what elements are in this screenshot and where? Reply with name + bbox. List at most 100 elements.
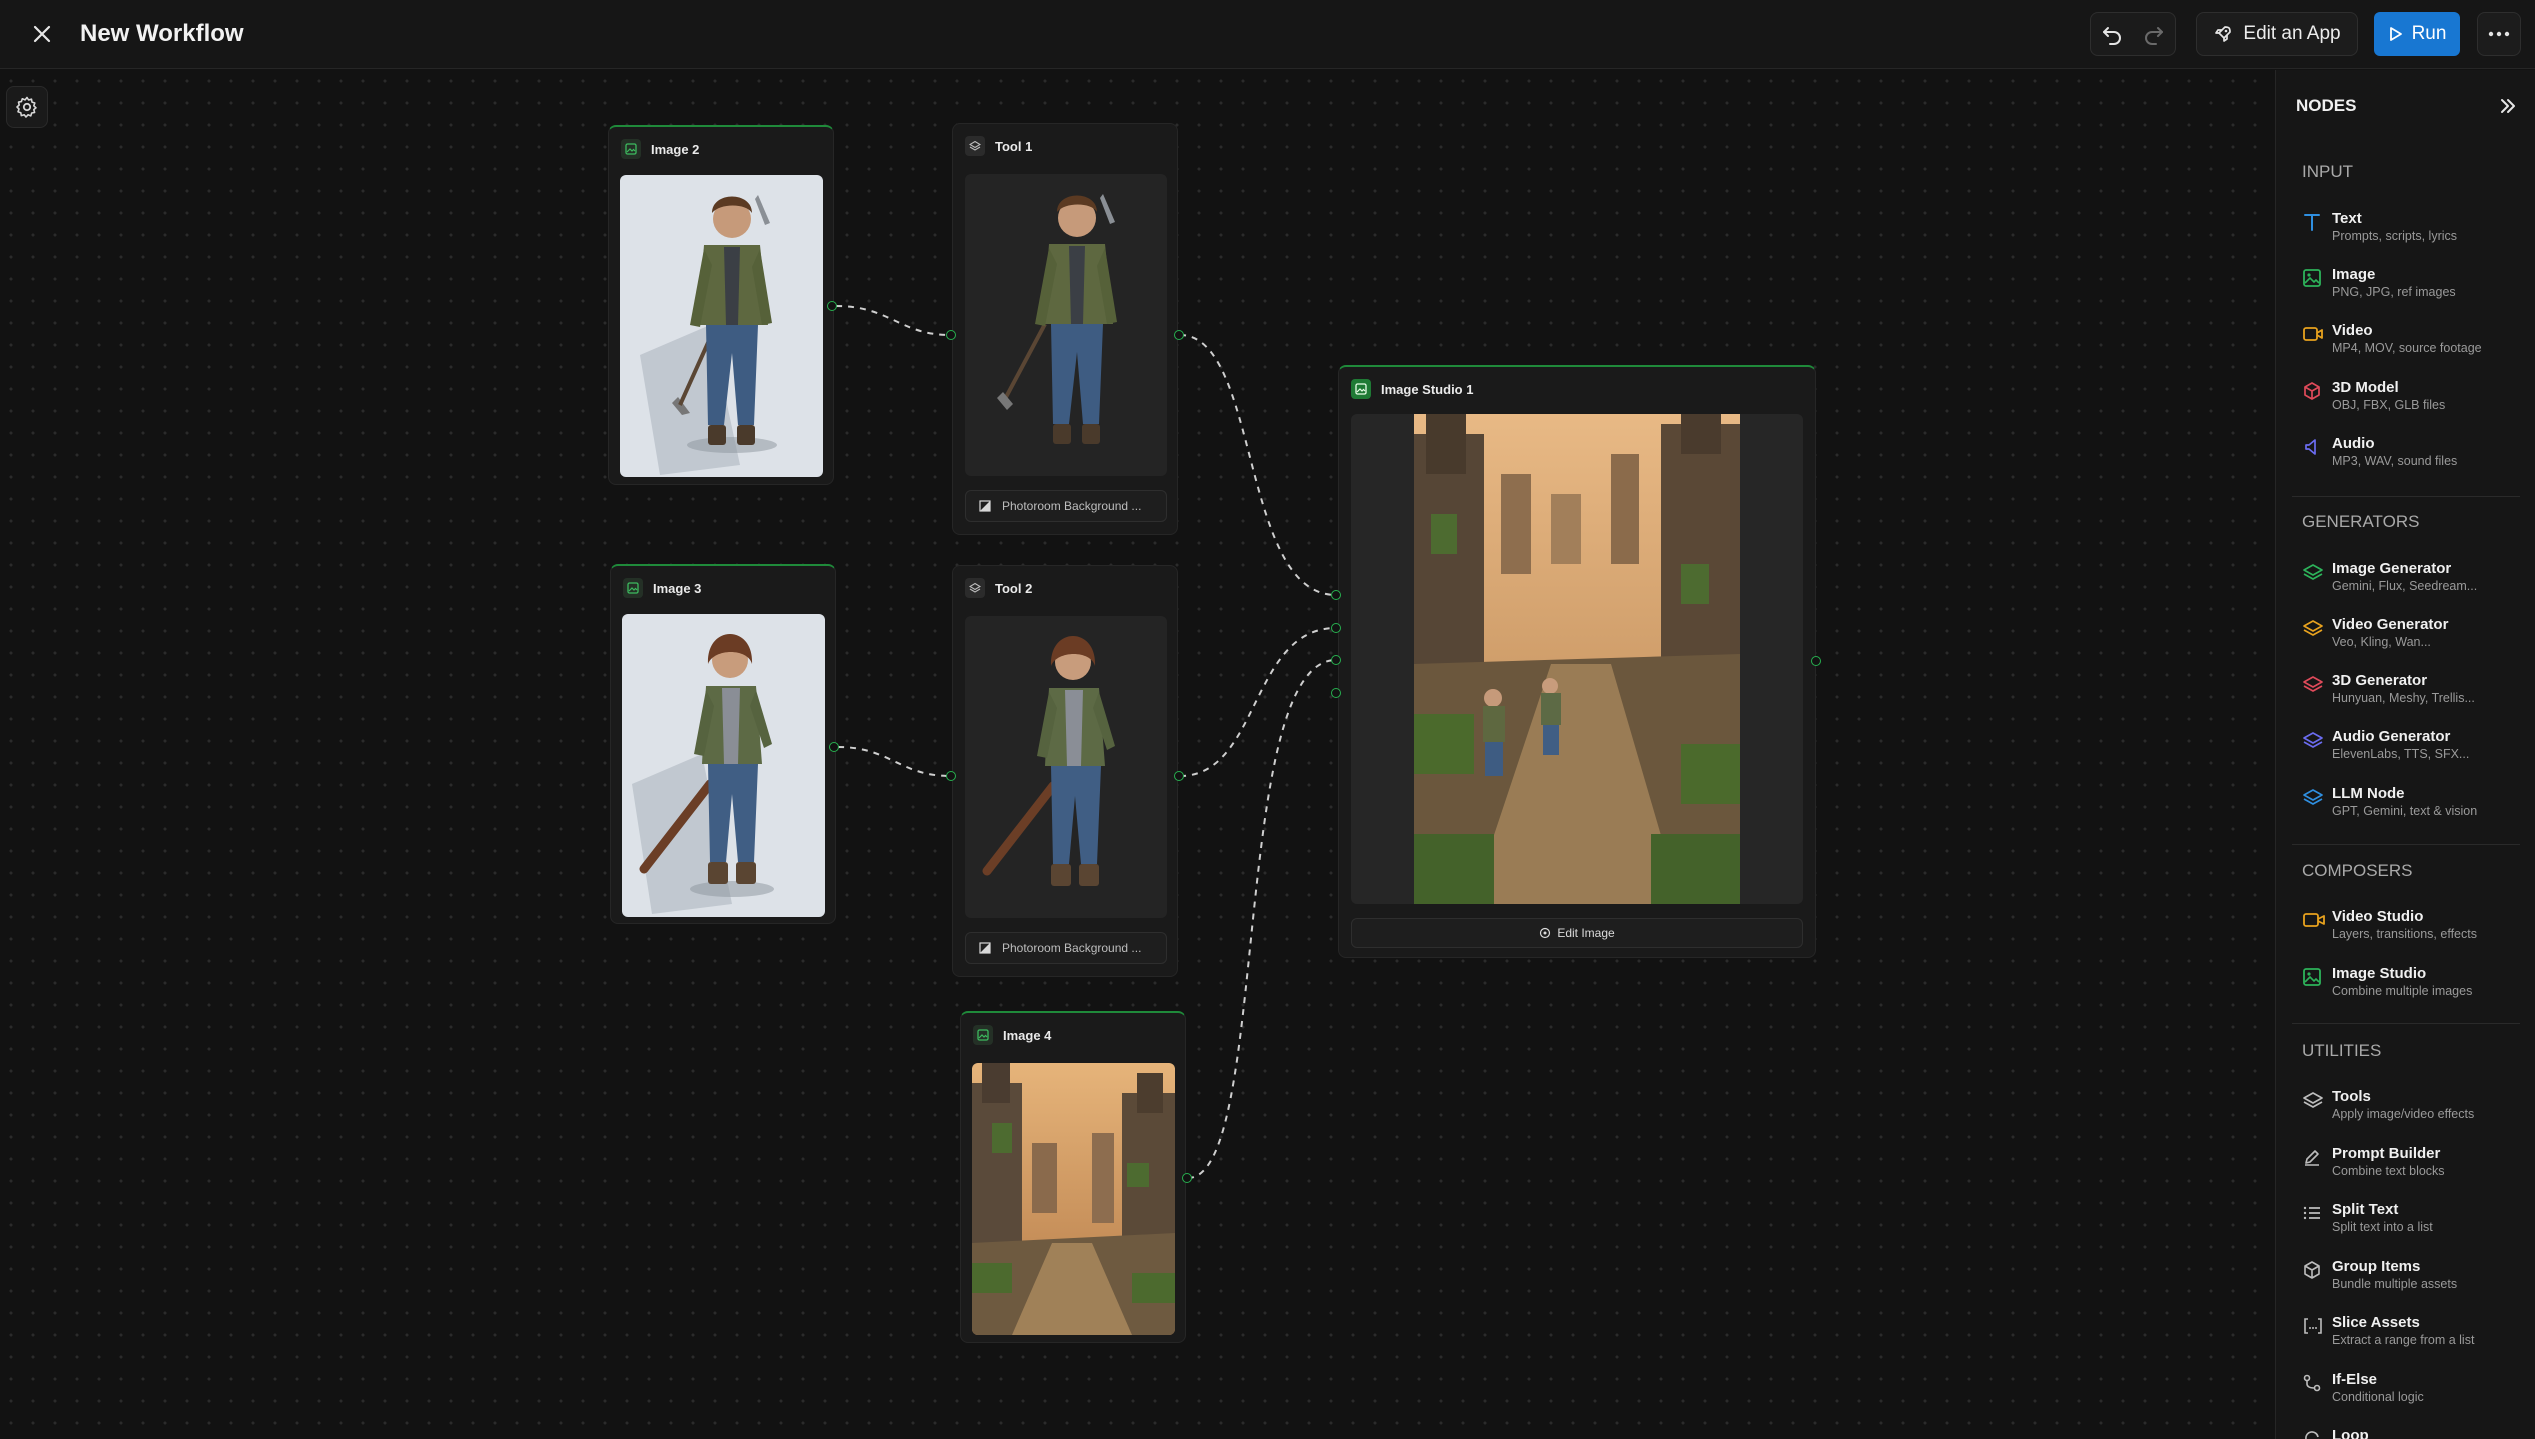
item-desc: Prompts, scripts, lyrics bbox=[2332, 229, 2458, 243]
image-node-icon bbox=[623, 578, 643, 598]
node-header: Tool 2 bbox=[965, 578, 1032, 598]
item-name: Video Generator bbox=[2332, 616, 2449, 633]
item-desc: ElevenLabs, TTS, SFX... bbox=[2332, 747, 2470, 761]
canvas-settings-button[interactable] bbox=[6, 86, 48, 128]
sidebar-item-prompt-builder[interactable]: Prompt Builder Combine text blocks bbox=[2292, 1143, 2524, 1193]
node-header: Image 3 bbox=[623, 578, 701, 598]
item-desc: Split text into a list bbox=[2332, 1220, 2433, 1234]
chevrons-right-icon bbox=[2501, 99, 2515, 113]
sidebar-item-tools[interactable]: Tools Apply image/video effects bbox=[2292, 1086, 2524, 1136]
section-composers: COMPOSERS bbox=[2302, 861, 2413, 880]
gear-icon bbox=[16, 96, 37, 118]
item-desc: Apply image/video effects bbox=[2332, 1107, 2475, 1121]
run-button[interactable]: Run bbox=[2374, 12, 2460, 56]
workflow-title[interactable]: New Workflow bbox=[80, 20, 244, 48]
edit-image-icon bbox=[1540, 927, 1551, 939]
node-header: Image 4 bbox=[973, 1025, 1051, 1045]
sidebar-item-audio-generator[interactable]: Audio Generator ElevenLabs, TTS, SFX... bbox=[2292, 726, 2524, 776]
undo-button[interactable] bbox=[2091, 13, 2133, 55]
character-image bbox=[622, 614, 825, 917]
sidebar-item-image-generator[interactable]: Image Generator Gemini, Flux, Seedream... bbox=[2292, 558, 2524, 608]
node-tool-2[interactable]: Tool 2 Photoroom Background ... bbox=[952, 565, 1178, 977]
node-image-studio-1[interactable]: Image Studio 1 Edit Image bbox=[1338, 365, 1816, 958]
divider bbox=[2292, 1023, 2520, 1024]
text-icon bbox=[2304, 214, 2320, 231]
sidebar-item-image-studio[interactable]: Image Studio Combine multiple images bbox=[2292, 963, 2524, 1013]
edit-app-label: Edit an App bbox=[2243, 23, 2341, 44]
tool-selector[interactable]: Photoroom Background ... bbox=[965, 932, 1167, 964]
item-desc: Bundle multiple assets bbox=[2332, 1277, 2458, 1291]
node-tool-1[interactable]: Tool 1 Photoroom Background ... bbox=[952, 123, 1178, 535]
layers-icon bbox=[2303, 789, 2323, 805]
video-icon bbox=[2303, 327, 2323, 341]
redo-button[interactable] bbox=[2133, 13, 2175, 55]
sidebar-item-3d-generator[interactable]: 3D Generator Hunyuan, Meshy, Trellis... bbox=[2292, 670, 2524, 720]
output-port[interactable] bbox=[1174, 330, 1184, 340]
list-icon bbox=[2303, 1206, 2320, 1220]
item-name: Loop bbox=[2332, 1427, 2369, 1439]
section-utilities: UTILITIES bbox=[2302, 1041, 2382, 1060]
output-port[interactable] bbox=[1174, 771, 1184, 781]
item-desc: Hunyuan, Meshy, Trellis... bbox=[2332, 691, 2475, 705]
input-port[interactable] bbox=[1331, 688, 1341, 698]
sidebar-item-slice-assets[interactable]: Slice Assets Extract a range from a list bbox=[2292, 1312, 2524, 1362]
image-icon bbox=[2303, 968, 2321, 986]
sidebar-item-if-else[interactable]: If-Else Conditional logic bbox=[2292, 1369, 2524, 1419]
collapse-panel-button[interactable] bbox=[2494, 92, 2522, 120]
layers-icon bbox=[2303, 732, 2323, 748]
output-port[interactable] bbox=[827, 301, 837, 311]
item-desc: Veo, Kling, Wan... bbox=[2332, 635, 2431, 649]
edit-image-button[interactable]: Edit Image bbox=[1351, 918, 1803, 948]
item-name: 3D Generator bbox=[2332, 672, 2428, 689]
output-port[interactable] bbox=[829, 742, 839, 752]
sidebar-item-llm-node[interactable]: LLM Node GPT, Gemini, text & vision bbox=[2292, 783, 2524, 833]
sidebar-item-video[interactable]: Video MP4, MOV, source footage bbox=[2292, 320, 2524, 370]
item-desc: Gemini, Flux, Seedream... bbox=[2332, 579, 2478, 593]
sidebar-item-audio[interactable]: Audio MP3, WAV, sound files bbox=[2292, 433, 2524, 483]
close-icon bbox=[33, 25, 51, 43]
sidebar-item-3d-model[interactable]: 3D Model OBJ, FBX, GLB files bbox=[2292, 377, 2524, 427]
node-image-4[interactable]: Image 4 bbox=[960, 1011, 1186, 1343]
layers-icon bbox=[2303, 620, 2323, 636]
box-icon bbox=[2304, 1261, 2320, 1279]
input-port[interactable] bbox=[1331, 590, 1341, 600]
sidebar-item-group-items[interactable]: Group Items Bundle multiple assets bbox=[2292, 1256, 2524, 1306]
item-desc: Layers, transitions, effects bbox=[2332, 927, 2477, 941]
sidebar-item-text[interactable]: Text Prompts, scripts, lyrics bbox=[2292, 208, 2524, 258]
item-name: Video bbox=[2332, 322, 2373, 339]
tool-selector[interactable]: Photoroom Background ... bbox=[965, 490, 1167, 522]
item-desc: Combine text blocks bbox=[2332, 1164, 2445, 1178]
item-name: Tools bbox=[2332, 1088, 2371, 1105]
input-port[interactable] bbox=[946, 771, 956, 781]
item-name: Group Items bbox=[2332, 1258, 2421, 1275]
sidebar-item-video-studio[interactable]: Video Studio Layers, transitions, effects bbox=[2292, 906, 2524, 956]
node-header: Image Studio 1 bbox=[1351, 379, 1473, 399]
input-port[interactable] bbox=[946, 330, 956, 340]
sidebar-item-image[interactable]: Image PNG, JPG, ref images bbox=[2292, 264, 2524, 314]
node-header: Image 2 bbox=[621, 139, 699, 159]
item-name: Image bbox=[2332, 266, 2376, 283]
sidebar-item-video-generator[interactable]: Video Generator Veo, Kling, Wan... bbox=[2292, 614, 2524, 664]
sidebar-item-loop[interactable]: Loop bbox=[2292, 1425, 2524, 1439]
input-port[interactable] bbox=[1331, 623, 1341, 633]
output-port[interactable] bbox=[1182, 1173, 1192, 1183]
more-options-button[interactable] bbox=[2477, 12, 2521, 56]
input-port[interactable] bbox=[1331, 655, 1341, 665]
close-button[interactable] bbox=[24, 18, 60, 50]
item-name: Audio Generator bbox=[2332, 728, 2451, 745]
node-title: Tool 2 bbox=[995, 580, 1033, 596]
processed-image bbox=[965, 174, 1167, 476]
item-desc: GPT, Gemini, text & vision bbox=[2332, 804, 2478, 818]
edit-app-button[interactable]: Edit an App bbox=[2196, 12, 2358, 56]
output-port[interactable] bbox=[1811, 656, 1821, 666]
node-image-2[interactable]: Image 2 bbox=[608, 125, 834, 485]
item-name: If-Else bbox=[2332, 1371, 2378, 1388]
pen-icon bbox=[2305, 1150, 2319, 1166]
brackets-icon bbox=[2304, 1318, 2322, 1334]
sidebar-item-split-text[interactable]: Split Text Split text into a list bbox=[2292, 1199, 2524, 1249]
divider bbox=[2292, 844, 2520, 845]
node-image-3[interactable]: Image 3 bbox=[610, 564, 836, 924]
video-icon bbox=[2303, 913, 2325, 927]
tool-name: Photoroom Background ... bbox=[1002, 499, 1142, 513]
image-node-icon bbox=[973, 1025, 993, 1045]
